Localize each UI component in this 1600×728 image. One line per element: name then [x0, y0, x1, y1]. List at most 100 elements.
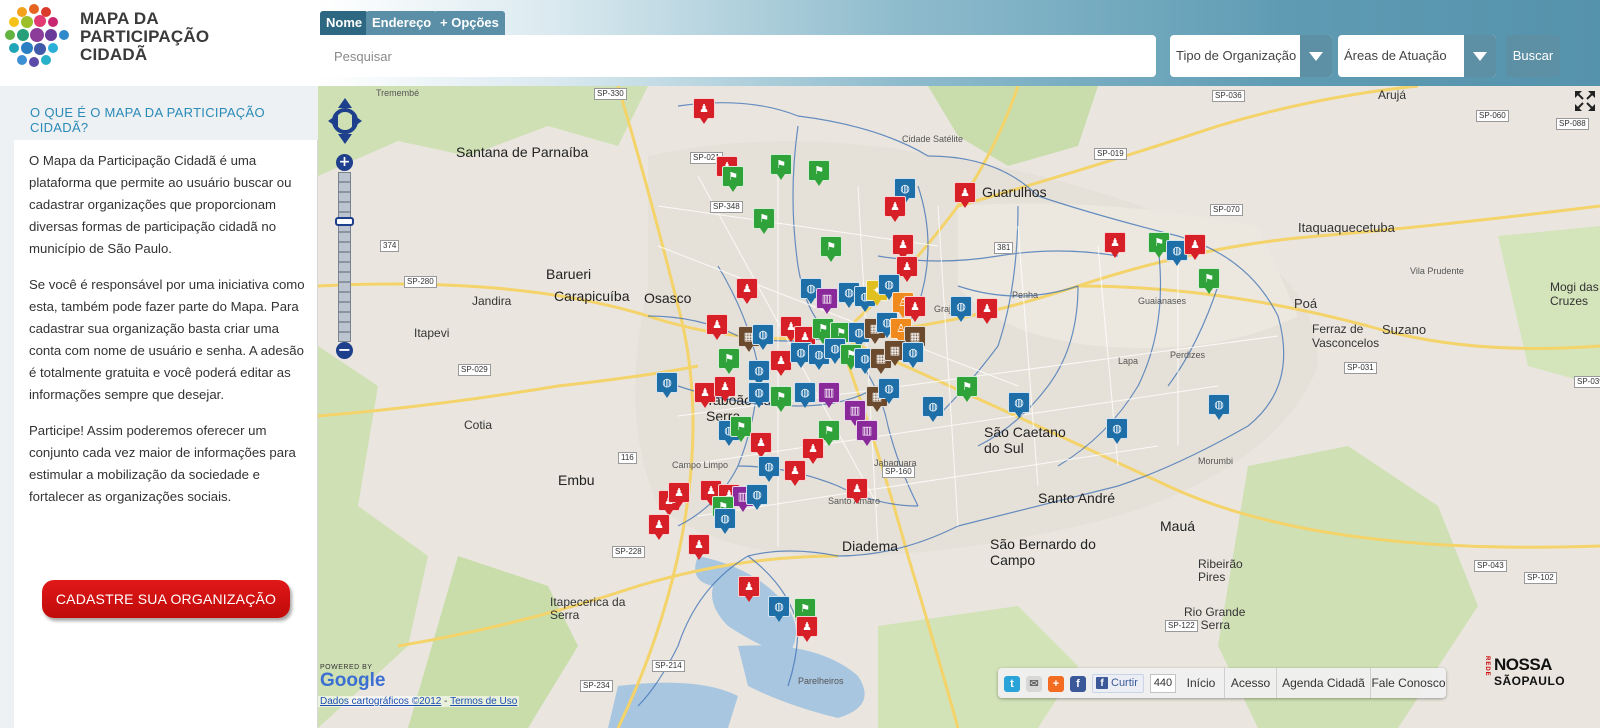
organization-marker[interactable]: ♟: [770, 350, 792, 376]
marker-icon: ◍: [950, 296, 972, 317]
organization-marker[interactable]: ⚑: [718, 348, 740, 374]
organization-marker[interactable]: ♟: [976, 298, 998, 324]
zoom-in-button[interactable]: +: [336, 154, 353, 171]
organization-marker[interactable]: ♟: [694, 382, 716, 408]
organization-marker[interactable]: ◍: [922, 396, 944, 422]
organization-marker[interactable]: ◍: [1208, 394, 1230, 420]
panel-paragraph: Se você é responsável por uma iniciativa…: [29, 277, 305, 402]
place-label: Jandira: [472, 294, 512, 308]
organization-marker[interactable]: ♟: [784, 460, 806, 486]
organization-marker[interactable]: ◍: [1106, 418, 1128, 444]
chevron-down-icon[interactable]: [1300, 35, 1332, 77]
organization-marker[interactable]: ♟: [884, 196, 906, 222]
site-logo[interactable]: MAPA DA PARTICIPAÇÃO CIDADÃ: [0, 0, 318, 86]
like-count: 440: [1150, 674, 1176, 693]
email-icon[interactable]: ✉: [1026, 676, 1042, 692]
marker-icon: ◍: [748, 360, 770, 381]
cadastre-organizacao-button[interactable]: CADASTRE SUA ORGANIZAÇÃO: [42, 580, 290, 618]
organization-marker[interactable]: ♟: [954, 182, 976, 208]
panel-body: O Mapa da Participação Cidadã é uma plat…: [29, 150, 309, 522]
nav-link-inicio[interactable]: Início: [1178, 668, 1224, 698]
nav-link-fale-conosco[interactable]: Fale Conosco: [1370, 668, 1446, 698]
facebook-icon[interactable]: f: [1070, 676, 1086, 692]
marker-icon: ▥: [844, 400, 866, 421]
organization-marker[interactable]: ▥: [818, 382, 840, 408]
organization-marker[interactable]: ⚑: [956, 376, 978, 402]
powered-by-google[interactable]: POWERED BY Google: [320, 664, 385, 691]
organization-marker[interactable]: ◍: [902, 342, 924, 368]
chevron-down-icon[interactable]: [1464, 35, 1496, 77]
organization-marker[interactable]: ⚑: [1198, 268, 1220, 294]
zoom-out-button[interactable]: −: [336, 342, 353, 359]
rede-nossa-sao-paulo-logo[interactable]: REDE NOSSA SÃOPAULO: [1484, 656, 1565, 696]
organization-marker[interactable]: ◍: [758, 456, 780, 482]
organization-marker[interactable]: ⚑: [722, 166, 744, 192]
tab-nome[interactable]: Nome: [320, 11, 369, 35]
zoom-slider-thumb[interactable]: [335, 217, 354, 226]
organization-marker[interactable]: ◍: [748, 382, 770, 408]
organization-marker[interactable]: ♟: [846, 478, 868, 504]
tab-endereco[interactable]: Endereço: [366, 11, 438, 35]
marker-icon: ⚑: [730, 416, 752, 437]
nav-link-agenda-cidada[interactable]: Agenda Cidadã: [1276, 668, 1370, 698]
organization-marker[interactable]: ◍: [752, 324, 774, 350]
organization-marker[interactable]: ◍: [714, 508, 736, 534]
organization-marker[interactable]: ♟: [736, 278, 758, 304]
panel-paragraph: O Mapa da Participação Cidadã é uma plat…: [29, 153, 292, 256]
marker-icon: ♟: [784, 460, 806, 481]
map-canvas[interactable]: Tremembé Santana de Parnaíba Guarulhos B…: [318, 86, 1600, 728]
organization-marker[interactable]: ♟: [1104, 232, 1126, 258]
place-label: Santana de Parnaíba: [456, 144, 589, 160]
organization-marker[interactable]: ▥: [856, 420, 878, 446]
organization-marker[interactable]: ♟: [714, 376, 736, 402]
marker-pointer: [957, 316, 965, 322]
fullscreen-icon[interactable]: [1574, 90, 1596, 112]
organization-marker[interactable]: ◍: [656, 372, 678, 398]
marker-pointer: [825, 440, 833, 446]
search-input[interactable]: [320, 35, 1156, 77]
organization-marker[interactable]: ◍: [950, 296, 972, 322]
map-data-link[interactable]: Dados cartográficos ©2012: [320, 696, 441, 707]
organization-marker[interactable]: ◍: [1008, 392, 1030, 418]
marker-pointer: [1155, 252, 1163, 258]
road-shield: SP-039: [1574, 376, 1600, 388]
organization-marker[interactable]: ⚑: [770, 154, 792, 180]
organization-marker[interactable]: ⚑: [770, 386, 792, 412]
organization-marker[interactable]: ⚑: [753, 208, 775, 234]
marker-icon: ♟: [694, 382, 716, 403]
marker-pointer: [891, 360, 899, 366]
zoom-slider-track[interactable]: [338, 172, 351, 342]
terms-of-use-link[interactable]: Termos de Uso: [450, 696, 517, 707]
tipo-organizacao-select[interactable]: Tipo de Organização: [1170, 35, 1332, 77]
organization-marker[interactable]: ♟: [668, 482, 690, 508]
organization-marker[interactable]: ♟: [796, 616, 818, 642]
place-label: Vila Prudente: [1410, 266, 1464, 276]
organization-marker[interactable]: ⚑: [808, 160, 830, 186]
organization-marker[interactable]: ♟: [750, 432, 772, 458]
organization-marker[interactable]: ♟: [1184, 234, 1206, 260]
organization-marker[interactable]: ♟: [706, 314, 728, 340]
organization-marker[interactable]: ♟: [648, 514, 670, 540]
nav-link-acesso[interactable]: Acesso: [1224, 668, 1276, 698]
organization-marker[interactable]: ▥: [816, 288, 838, 314]
organization-marker[interactable]: ⚑: [820, 236, 842, 262]
organization-marker[interactable]: ◍: [746, 484, 768, 510]
marker-pointer: [873, 300, 881, 306]
twitter-icon[interactable]: t: [1004, 676, 1020, 692]
marker-pointer: [777, 174, 785, 180]
marker-pointer: [885, 398, 893, 404]
areas-atuacao-select[interactable]: Áreas de Atuação: [1338, 35, 1496, 77]
organization-marker[interactable]: ◍: [794, 382, 816, 408]
marker-pointer: [815, 180, 823, 186]
addthis-icon[interactable]: +: [1048, 676, 1064, 692]
organization-marker[interactable]: ♟: [688, 534, 710, 560]
organization-marker[interactable]: ⚑: [730, 416, 752, 442]
organization-marker[interactable]: ♟: [738, 576, 760, 602]
buscar-button[interactable]: Buscar: [1506, 35, 1560, 77]
tab-mais-opcoes[interactable]: + Opções: [434, 11, 505, 35]
organization-marker[interactable]: ◍: [768, 596, 790, 622]
pan-control[interactable]: [326, 96, 364, 146]
organization-marker[interactable]: ◍: [878, 378, 900, 404]
curtir-button[interactable]: Curtir: [1092, 674, 1144, 693]
organization-marker[interactable]: ♟: [693, 98, 715, 124]
